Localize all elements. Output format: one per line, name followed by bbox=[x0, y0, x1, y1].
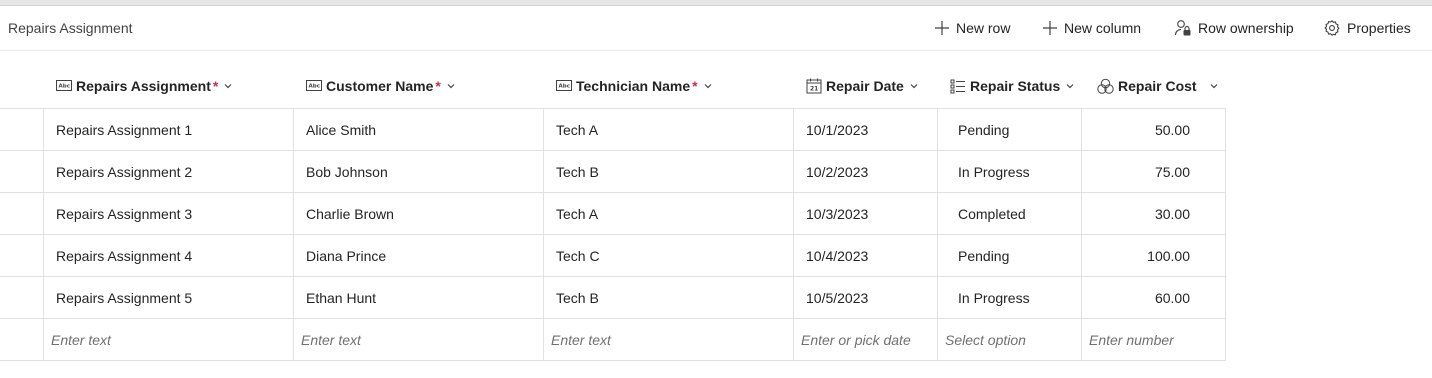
properties-label: Properties bbox=[1347, 20, 1411, 36]
new-row-label: New row bbox=[956, 20, 1011, 36]
column-header-label: Technician Name bbox=[576, 78, 691, 94]
row-ownership-label: Row ownership bbox=[1198, 20, 1294, 36]
new-column-button[interactable]: New column bbox=[1042, 17, 1141, 39]
grid-line bbox=[793, 108, 794, 361]
table-cell[interactable]: Tech B bbox=[556, 277, 599, 319]
chevron-down-icon[interactable] bbox=[703, 81, 713, 91]
svg-text:21: 21 bbox=[810, 86, 818, 93]
table-cell[interactable]: Alice Smith bbox=[306, 109, 376, 151]
required-marker: * bbox=[435, 78, 441, 94]
choice-list-icon bbox=[950, 78, 966, 94]
column-header-label: Repairs Assignment bbox=[76, 78, 211, 94]
column-header-label: Repair Status bbox=[970, 78, 1061, 94]
table-cell[interactable]: Repairs Assignment 3 bbox=[56, 193, 192, 235]
table-title: Repairs Assignment bbox=[8, 20, 133, 36]
text-field-icon: Abc bbox=[306, 80, 322, 92]
gear-icon bbox=[1324, 20, 1340, 36]
table-cell[interactable]: Repairs Assignment 5 bbox=[56, 277, 192, 319]
new-row-date-input[interactable]: Enter or pick date bbox=[801, 319, 911, 361]
table-cell[interactable]: Repairs Assignment 2 bbox=[56, 151, 192, 193]
table-cell[interactable]: Tech B bbox=[556, 151, 599, 193]
table-cell[interactable]: In Progress bbox=[958, 277, 1030, 319]
column-header-technician-name[interactable]: Abc Technician Name * bbox=[556, 64, 713, 108]
table-cell[interactable]: Diana Prince bbox=[306, 235, 386, 277]
grid-line bbox=[293, 108, 294, 361]
grid-line bbox=[937, 108, 938, 361]
required-marker: * bbox=[212, 78, 219, 94]
grid-line bbox=[543, 108, 544, 361]
plus-icon bbox=[1043, 21, 1057, 35]
column-header-repair-date[interactable]: 21 Repair Date bbox=[806, 64, 919, 108]
table-cell[interactable]: Completed bbox=[958, 193, 1026, 235]
table-cell[interactable]: Ethan Hunt bbox=[306, 277, 376, 319]
plus-icon bbox=[935, 21, 949, 35]
column-header-label: Repair Cost bbox=[1118, 78, 1197, 94]
new-row-option-select[interactable]: Select option bbox=[945, 319, 1026, 361]
table-cell[interactable]: 75.00 bbox=[1090, 151, 1190, 193]
chevron-down-icon[interactable] bbox=[223, 81, 233, 91]
chevron-down-icon[interactable] bbox=[446, 81, 456, 91]
new-row-number-input[interactable]: Enter number bbox=[1089, 319, 1174, 361]
grid-line bbox=[1225, 108, 1226, 361]
table-cell[interactable]: Tech A bbox=[556, 109, 598, 151]
grid-line bbox=[1081, 108, 1082, 361]
table-cell[interactable]: 10/1/2023 bbox=[806, 109, 868, 151]
text-field-icon: Abc bbox=[556, 80, 572, 92]
calendar-icon: 21 bbox=[806, 78, 822, 94]
grid-line bbox=[43, 108, 44, 361]
new-column-label: New column bbox=[1064, 20, 1142, 36]
table-cell[interactable]: Pending bbox=[958, 109, 1009, 151]
table-cell[interactable]: Bob Johnson bbox=[306, 151, 388, 193]
command-bar: Repairs Assignment New row New column Ro… bbox=[0, 6, 1432, 51]
column-header-repair-status[interactable]: Repair Status bbox=[950, 64, 1075, 108]
row-ownership-button[interactable]: Row ownership bbox=[1174, 17, 1294, 39]
svg-text:Abc: Abc bbox=[59, 84, 70, 90]
new-row-text-input[interactable]: Enter text bbox=[51, 319, 111, 361]
person-lock-icon bbox=[1174, 20, 1191, 36]
chevron-down-icon[interactable] bbox=[909, 81, 919, 91]
table-cell[interactable]: Charlie Brown bbox=[306, 193, 394, 235]
column-header-repairs-assignment[interactable]: Abc Repairs Assignment * bbox=[56, 64, 233, 108]
text-field-icon: Abc bbox=[56, 80, 72, 92]
svg-text:Abc: Abc bbox=[309, 84, 320, 90]
table-cell[interactable]: 30.00 bbox=[1090, 193, 1190, 235]
table-cell[interactable]: 100.00 bbox=[1090, 235, 1190, 277]
chevron-down-icon[interactable] bbox=[1209, 81, 1219, 91]
grid-line bbox=[0, 360, 1226, 361]
column-header-label: Customer Name bbox=[326, 78, 434, 94]
table-cell[interactable]: 50.00 bbox=[1090, 109, 1190, 151]
table-cell[interactable]: Tech A bbox=[556, 193, 598, 235]
svg-text:Abc: Abc bbox=[559, 84, 570, 90]
table-cell[interactable]: Repairs Assignment 1 bbox=[56, 109, 192, 151]
table-cell[interactable]: 10/4/2023 bbox=[806, 235, 868, 277]
table-cell[interactable]: Pending bbox=[958, 235, 1009, 277]
table-cell[interactable]: In Progress bbox=[958, 151, 1030, 193]
properties-button[interactable]: Properties bbox=[1323, 17, 1411, 39]
table-cell[interactable]: 10/3/2023 bbox=[806, 193, 868, 235]
column-header-label: Repair Date bbox=[826, 78, 904, 94]
column-header-repair-cost[interactable]: Repair Cost bbox=[1097, 64, 1219, 108]
table-cell[interactable]: 10/5/2023 bbox=[806, 277, 868, 319]
table-cell[interactable]: Tech C bbox=[556, 235, 600, 277]
table-cell[interactable]: 60.00 bbox=[1090, 277, 1190, 319]
required-marker: * bbox=[692, 78, 698, 94]
column-header-customer-name[interactable]: Abc Customer Name * bbox=[306, 64, 456, 108]
currency-icon bbox=[1097, 78, 1114, 95]
chevron-down-icon[interactable] bbox=[1065, 81, 1075, 91]
table-cell[interactable]: 10/2/2023 bbox=[806, 151, 868, 193]
table-cell[interactable]: Repairs Assignment 4 bbox=[56, 235, 192, 277]
new-row-text-input[interactable]: Enter text bbox=[301, 319, 361, 361]
new-row-text-input[interactable]: Enter text bbox=[551, 319, 611, 361]
new-row-button[interactable]: New row bbox=[934, 17, 1010, 39]
